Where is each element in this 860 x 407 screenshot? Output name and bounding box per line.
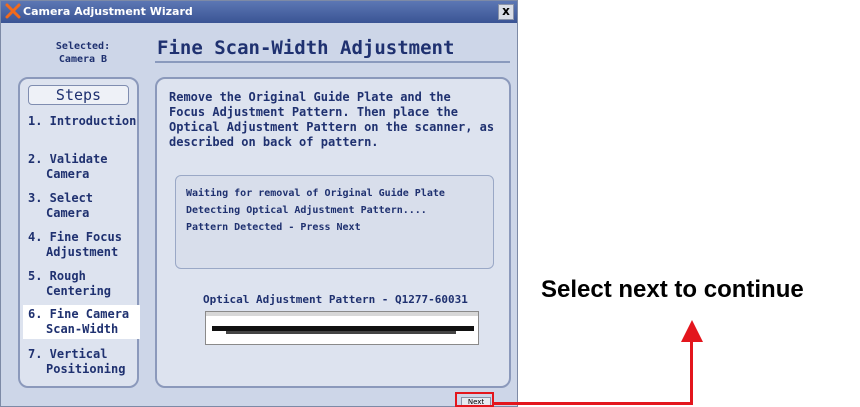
instructions-text: Remove the Original Guide Plate and the … — [169, 90, 503, 150]
step-fine-camera-scan-width[interactable]: 6. Fine Camera Scan-Width — [23, 305, 140, 339]
selected-value: Camera B — [58, 54, 108, 65]
instruction-line: described on back of pattern. — [169, 135, 379, 149]
page-title: Fine Scan-Width Adjustment — [157, 37, 455, 59]
status-line: Detecting Optical Adjustment Pattern.... — [186, 205, 427, 216]
step-label-cont: Positioning — [46, 362, 126, 376]
pattern-stripe — [226, 331, 456, 334]
instruction-line: Focus Adjustment Pattern. Then place the — [169, 105, 458, 119]
step-introduction[interactable]: 1. Introduction — [23, 114, 140, 129]
window-title: Camera Adjustment Wizard — [23, 5, 193, 18]
step-label: 7. Vertical — [28, 347, 108, 361]
step-label: 5. Rough — [28, 269, 86, 283]
step-fine-focus[interactable]: 4. Fine Focus Adjustment — [23, 230, 140, 260]
step-label: 6. Fine Camera — [28, 307, 130, 321]
step-vertical-positioning[interactable]: 7. Vertical Positioning — [23, 347, 140, 377]
step-label: 2. Validate — [28, 152, 108, 166]
callout-text: Select next to continue — [541, 276, 804, 303]
pattern-label: Optical Adjustment Pattern - Q1277-60031 — [203, 293, 468, 306]
selected-label: Selected: — [55, 41, 111, 52]
steps-panel: Steps 1. Introduction 2. Validate Camera… — [18, 77, 140, 388]
step-label-cont: Centering — [46, 284, 112, 298]
instruction-line: Remove the Original Guide Plate and the — [169, 90, 451, 104]
status-line: Pattern Detected - Press Next — [186, 222, 361, 233]
selected-camera-info: Selected: Camera B — [33, 40, 133, 66]
step-label: 1. Introduction — [28, 114, 137, 128]
step-label: 3. Select — [28, 191, 94, 205]
status-line: Waiting for removal of Original Guide Pl… — [186, 188, 445, 199]
arrow-head-icon — [681, 320, 703, 342]
step-label-cont: Camera — [46, 167, 90, 181]
wizard-window: Camera Adjustment Wizard x Selected: Cam… — [0, 0, 518, 407]
title-divider — [155, 61, 510, 63]
next-button-highlight — [455, 392, 494, 407]
instruction-line: Optical Adjustment Pattern on the scanne… — [169, 120, 495, 134]
status-box: Waiting for removal of Original Guide Pl… — [175, 175, 494, 269]
main-panel: Remove the Original Guide Plate and the … — [155, 77, 511, 388]
title-bar[interactable]: Camera Adjustment Wizard x — [1, 1, 517, 23]
close-button[interactable]: x — [498, 4, 514, 20]
step-label-cont: Camera — [46, 206, 90, 220]
step-rough-centering[interactable]: 5. Rough Centering — [23, 269, 140, 299]
pattern-preview-bar — [206, 312, 478, 316]
step-label-cont: Adjustment — [46, 245, 119, 259]
step-label: 4. Fine Focus — [28, 230, 122, 244]
app-x-icon — [5, 3, 21, 19]
arrow-line-vertical — [690, 340, 693, 405]
pattern-preview — [205, 311, 479, 345]
step-label-cont: Scan-Width — [46, 322, 119, 336]
steps-heading: Steps — [28, 85, 129, 105]
arrow-line-horizontal — [494, 402, 693, 405]
step-validate-camera[interactable]: 2. Validate Camera — [23, 152, 140, 182]
step-select-camera[interactable]: 3. Select Camera — [23, 191, 140, 221]
